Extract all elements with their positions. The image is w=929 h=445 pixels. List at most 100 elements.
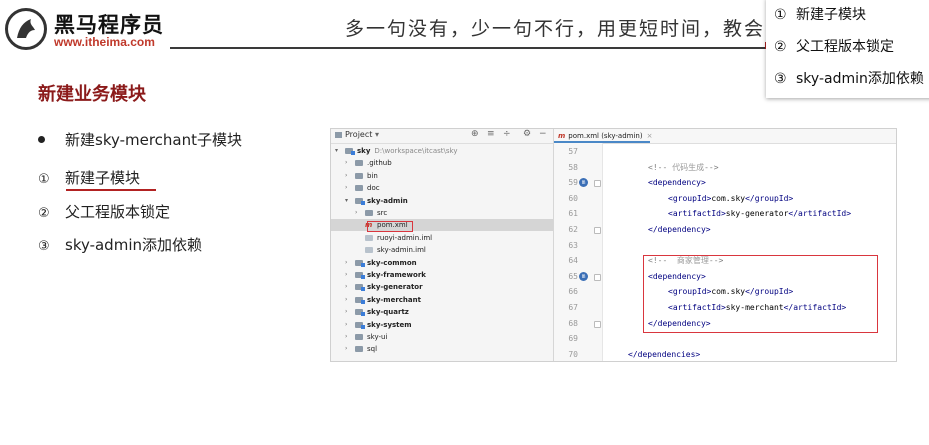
file-icon: [365, 247, 373, 254]
line-number: 61: [568, 209, 578, 219]
code-text: <dependency>: [648, 178, 706, 188]
collapse-all-icon[interactable]: ÷: [503, 129, 511, 139]
horse-logo-icon: [17, 19, 35, 38]
bullet-text: 新建sky-merchant子模块: [65, 131, 243, 149]
code-line[interactable]: 60 <groupId>com.sky</groupId>: [554, 191, 896, 207]
maven-gutter-icon[interactable]: m: [579, 178, 588, 188]
chevron-right-icon[interactable]: ›: [345, 281, 347, 293]
fold-icon[interactable]: [594, 227, 601, 234]
code-line[interactable]: 62 </dependency>: [554, 222, 896, 238]
fold-icon[interactable]: [594, 273, 601, 281]
line-number: 63: [568, 240, 578, 250]
tree-row[interactable]: › sky-framework: [331, 269, 553, 281]
chevron-right-icon[interactable]: ›: [345, 331, 347, 343]
folder-icon: [355, 272, 365, 279]
folder-icon: [365, 210, 373, 216]
tree-row[interactable]: › sky-ui: [331, 331, 553, 343]
code-text: </dependencies>: [628, 349, 701, 359]
tree-row[interactable]: sky-admin.iml: [331, 244, 553, 256]
tree-row[interactable]: › src: [331, 207, 553, 219]
chevron-right-icon[interactable]: ›: [345, 182, 347, 194]
chevron-right-icon[interactable]: ›: [345, 257, 347, 269]
header-divider: [170, 47, 765, 49]
tree-row[interactable]: › sql: [331, 343, 553, 355]
tree-row[interactable]: ▾ sky D:\workspace\itcast\sky: [331, 145, 553, 157]
tree-label: sky-quartz: [367, 308, 409, 317]
step-item: ① 新建子模块: [38, 169, 141, 187]
code-line[interactable]: 70 </dependencies>: [554, 347, 896, 361]
file-icon: [365, 234, 373, 241]
step-item: ② 父工程版本锁定: [38, 203, 171, 221]
chevron-right-icon[interactable]: ›: [345, 170, 347, 182]
step-item: ③ sky-admin添加依赖: [38, 236, 202, 254]
maven-gutter-icon[interactable]: m: [579, 271, 588, 281]
popup-item[interactable]: ② 父工程版本锁定: [774, 36, 894, 56]
chevron-right-icon[interactable]: ›: [355, 207, 357, 219]
line-number: 60: [568, 193, 578, 203]
tree-row[interactable]: › sky-system: [331, 319, 553, 331]
tree-label: sql: [367, 345, 378, 354]
code-line[interactable]: 69: [554, 331, 896, 347]
tree-label: sky-common: [367, 258, 417, 267]
project-icon: [335, 132, 342, 138]
tree-row[interactable]: › sky-merchant: [331, 294, 553, 306]
tree-label: sky D:\workspace\itcast\sky: [357, 147, 458, 155]
tree-row[interactable]: › .github: [331, 157, 553, 169]
chevron-right-icon[interactable]: ›: [345, 306, 347, 318]
expand-all-icon[interactable]: ≡: [487, 129, 495, 139]
page-title: 新建业务模块: [38, 84, 146, 105]
chevron-down-icon[interactable]: ▾: [375, 130, 379, 139]
code-line[interactable]: 63: [554, 238, 896, 254]
brand-url: www.itheima.com: [54, 35, 155, 49]
tree-row[interactable]: › sky-common: [331, 257, 553, 269]
line-number: 69: [568, 334, 578, 344]
folder-icon: [355, 185, 363, 192]
popup-item[interactable]: ③ sky-admin添加依赖: [774, 68, 924, 88]
fold-icon[interactable]: [594, 320, 601, 328]
tree-label: sky-system: [367, 320, 412, 329]
project-label[interactable]: Project: [345, 130, 372, 139]
fold-icon[interactable]: [594, 180, 601, 188]
folder-icon: [355, 160, 363, 167]
code-line[interactable]: 59 m <dependency>: [554, 175, 896, 191]
folder-icon: [355, 309, 365, 317]
locate-icon[interactable]: ⊕: [471, 129, 479, 139]
chevron-right-icon[interactable]: ›: [345, 319, 347, 331]
line-number: 66: [568, 287, 578, 297]
chevron-right-icon[interactable]: ›: [345, 343, 347, 355]
chevron-right-icon[interactable]: ›: [345, 269, 347, 281]
tree-label: sky-ui: [367, 333, 388, 341]
chevron-right-icon[interactable]: ›: [345, 157, 347, 169]
tree-row[interactable]: › doc: [331, 182, 553, 194]
chevron-down-icon[interactable]: ▾: [335, 145, 338, 157]
tree-row[interactable]: m pom.xml: [331, 219, 553, 232]
code-text: </dependency>: [648, 225, 711, 234]
chevron-right-icon[interactable]: ›: [345, 294, 347, 306]
close-icon[interactable]: ×: [647, 132, 653, 140]
line-number: 57: [568, 147, 578, 156]
project-toolbar: Project ▾ ⊕ ≡ ÷ ⚙ −: [331, 129, 553, 144]
folder-icon: [355, 296, 365, 304]
code-line[interactable]: 57: [554, 144, 896, 160]
tree-row[interactable]: › sky-generator: [331, 281, 553, 293]
step-underline: [66, 189, 156, 191]
tree-row[interactable]: › sky-quartz: [331, 306, 553, 318]
tree-path: D:\workspace\itcast\sky: [374, 147, 458, 155]
tree-row[interactable]: ruoyi-admin.iml: [331, 232, 553, 244]
code-line[interactable]: 61 <artifactId>sky-generator</artifactId>: [554, 206, 896, 222]
hide-icon[interactable]: −: [539, 129, 547, 139]
bullet-dot: [38, 136, 45, 143]
tree-row[interactable]: › bin: [331, 170, 553, 182]
tree-label: sky-admin.iml: [377, 246, 426, 255]
tree-label: sky-merchant: [367, 295, 421, 304]
pom-highlight-box: [367, 221, 413, 232]
code-line[interactable]: 58 <!-- 代码生成-->: [554, 160, 896, 176]
line-number: 64: [568, 256, 578, 266]
gear-icon[interactable]: ⚙: [523, 129, 531, 139]
chevron-down-icon[interactable]: ▾: [345, 195, 348, 207]
slogan: 多一句没有，少一句不行，用更短时间，教会: [345, 18, 765, 40]
popup-item[interactable]: ① 新建子模块: [774, 4, 866, 24]
tree-row[interactable]: ▾ sky-admin: [331, 195, 553, 207]
brand-logo: [5, 8, 47, 50]
line-number: 58: [568, 162, 578, 172]
